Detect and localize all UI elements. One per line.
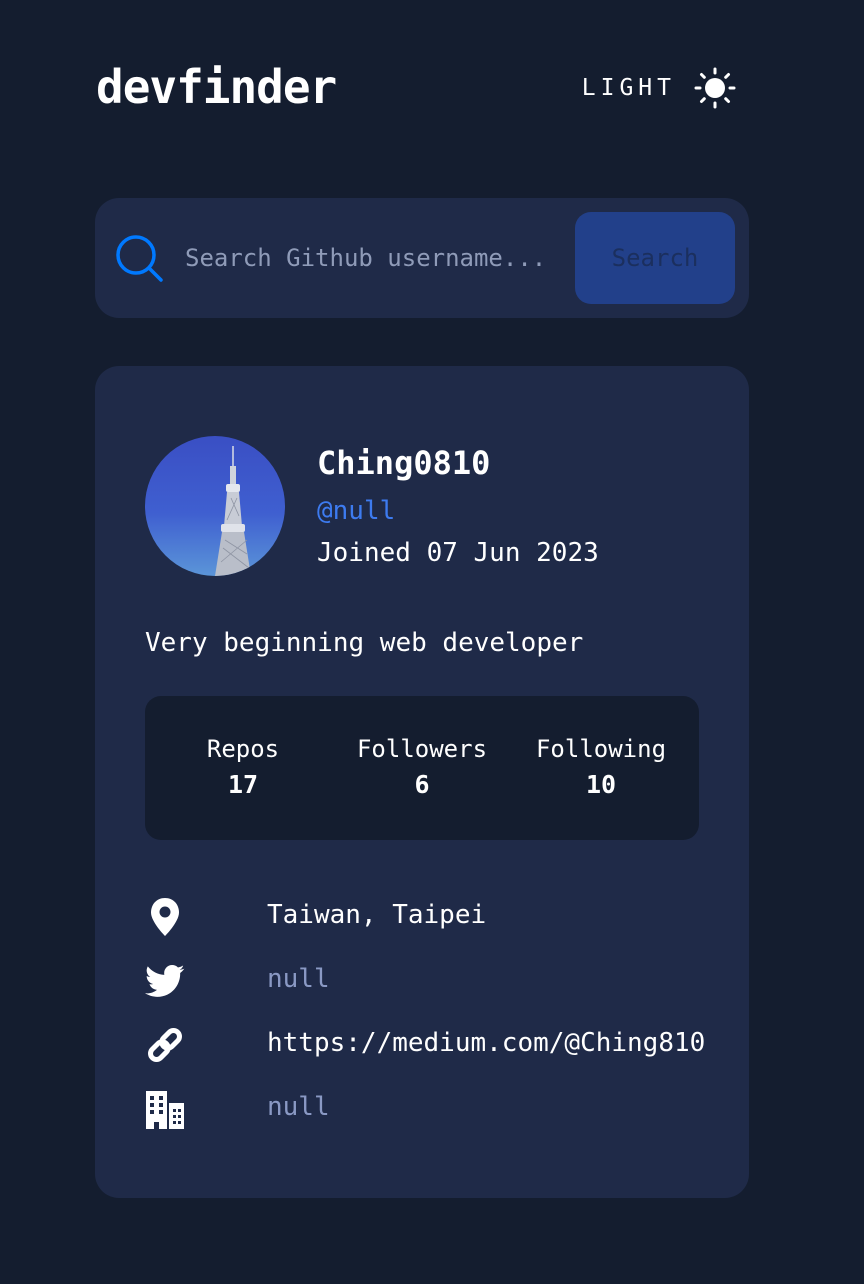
- stat-following: Following 10: [511, 732, 691, 804]
- stat-followers-value: 6: [414, 770, 430, 799]
- building-icon: [146, 1091, 184, 1129]
- app-root: devfinder LIGHT Search Github username..…: [0, 0, 864, 1284]
- stat-followers-label: Followers: [356, 735, 488, 763]
- profile-card: Ching0810 @null Joined 07 Jun 2023 Very …: [95, 366, 749, 1198]
- app-logo: devfinder: [96, 60, 337, 114]
- profile-name: Ching0810: [317, 444, 491, 482]
- location-pin-icon: [151, 898, 179, 936]
- search-input[interactable]: [185, 238, 577, 278]
- stats-panel: Repos 17 Followers 6 Following 10: [145, 696, 699, 840]
- search-icon: [116, 235, 163, 282]
- info-company: null: [145, 1086, 705, 1132]
- stat-repos: Repos 17: [153, 732, 333, 804]
- stat-following-value: 10: [585, 770, 617, 799]
- sun-icon: [694, 67, 736, 109]
- stat-following-label: Following: [535, 735, 667, 763]
- info-location: Taiwan, Taipei: [145, 894, 705, 940]
- info-twitter: null: [145, 958, 705, 1004]
- profile-handle-link[interactable]: @null: [317, 496, 395, 526]
- stat-repos-value: 17: [227, 770, 259, 799]
- info-website: https://medium.com/@Ching810: [145, 1022, 705, 1068]
- theme-toggle-button[interactable]: LIGHT: [582, 66, 736, 110]
- profile-bio: Very beginning web developer: [145, 628, 584, 658]
- search-bar: Search: [95, 198, 749, 318]
- header: devfinder LIGHT: [96, 58, 736, 122]
- stat-repos-label: Repos: [206, 735, 280, 763]
- profile-joined-date: Joined 07 Jun 2023: [317, 538, 599, 568]
- link-icon: [148, 1028, 182, 1062]
- tokyo-skytree-avatar-image: [145, 436, 285, 576]
- twitter-text: null: [267, 964, 330, 994]
- company-text: null: [267, 1092, 330, 1122]
- avatar: [145, 436, 285, 576]
- twitter-icon: [145, 965, 185, 997]
- theme-toggle-label: LIGHT: [581, 75, 676, 101]
- stat-followers: Followers 6: [332, 732, 512, 804]
- website-link[interactable]: https://medium.com/@Ching810: [267, 1028, 705, 1058]
- search-button[interactable]: Search: [575, 212, 735, 304]
- location-text: Taiwan, Taipei: [267, 900, 487, 930]
